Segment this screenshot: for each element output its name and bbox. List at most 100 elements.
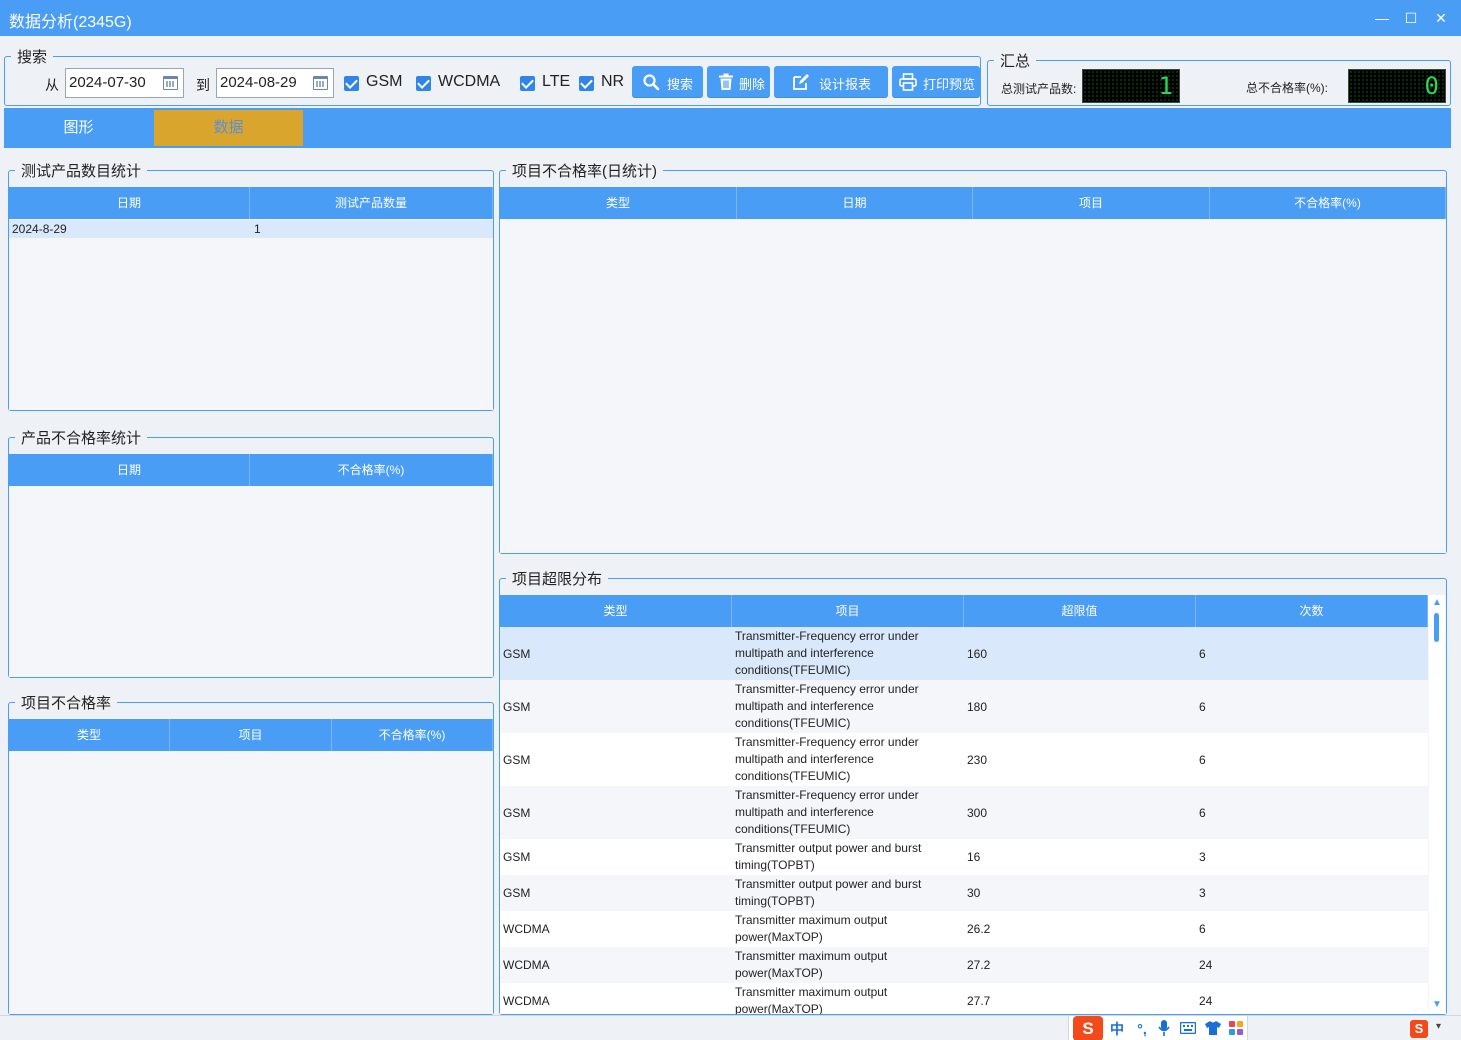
edit-icon [793, 74, 809, 90]
microphone-icon[interactable] [1158, 1020, 1170, 1036]
delete-button[interactable]: 删除 [707, 66, 770, 98]
minimize-button[interactable]: — [1369, 6, 1395, 30]
window-title: 数据分析(2345G) [9, 14, 132, 31]
tab-chart[interactable]: 图形 [4, 110, 153, 146]
checkbox-nr-label: NR [601, 73, 625, 90]
sogou-logo-icon[interactable]: S [1073, 1016, 1103, 1040]
vertical-scrollbar[interactable]: ▲ ▼ [1429, 595, 1445, 1014]
calendar-icon[interactable] [163, 76, 178, 90]
column-header[interactable]: 项目 [973, 187, 1210, 219]
column-header[interactable]: 不合格率(%) [332, 719, 493, 751]
to-date-picker[interactable]: 2024-08-29 [216, 68, 334, 98]
table-cell: 3 [1199, 850, 1206, 864]
checkbox-wcdma-label: WCDMA [438, 73, 501, 90]
table-cell: GSM [503, 752, 531, 767]
checkbox-checked-icon[interactable] [344, 76, 359, 91]
column-header[interactable]: 类型 [500, 595, 732, 627]
table-row[interactable]: GSM Transmitter output power and burst t… [500, 839, 1428, 875]
search-legend: 搜索 [17, 49, 48, 66]
table-cell: Transmitter-Frequency error under multip… [735, 682, 919, 730]
sogou-tray-icon[interactable]: S [1410, 1020, 1428, 1038]
scroll-thumb[interactable] [1434, 613, 1439, 642]
item-fail-rate-table[interactable]: 类型 项目 不合格率(%) [9, 719, 493, 1014]
print-preview-button[interactable]: 打印预览 [892, 66, 980, 98]
table-row[interactable]: GSM Transmitter-Frequency error under mu… [500, 786, 1428, 839]
table-row[interactable]: WCDMA Transmitter maximum output power(M… [500, 911, 1428, 947]
column-header[interactable]: 类型 [9, 719, 170, 751]
column-header[interactable]: 次数 [1196, 595, 1428, 627]
from-label: 从 [45, 77, 59, 93]
table-cell: WCDMA [503, 922, 550, 936]
table-row[interactable]: GSM Transmitter-Frequency error under mu… [500, 627, 1428, 680]
ime-toolbar[interactable]: S 中 °, [1068, 1016, 1248, 1040]
column-header[interactable]: 日期 [9, 187, 250, 219]
table-cell: 16 [967, 850, 981, 864]
chevron-down-icon[interactable]: ▾ [1436, 1021, 1441, 1032]
column-header[interactable]: 类型 [500, 187, 737, 219]
from-date-value: 2024-07-30 [69, 74, 146, 91]
column-header[interactable]: 不合格率(%) [250, 454, 493, 486]
printer-icon [899, 73, 917, 91]
product-fail-rate-table[interactable]: 日期 不合格率(%) [9, 454, 493, 677]
checkbox-checked-icon[interactable] [520, 76, 535, 91]
checkbox-lte-label: LTE [542, 73, 571, 90]
table-header: 类型 日期 项目 不合格率(%) [500, 187, 1446, 219]
shirt-icon[interactable] [1205, 1021, 1221, 1035]
checkbox-lte[interactable]: LTE [520, 72, 572, 94]
table-row[interactable]: GSM Transmitter-Frequency error under mu… [500, 733, 1428, 786]
item-overlimit-table[interactable]: 类型 项目 超限值 次数 GSM Transmitter-Frequency e… [500, 595, 1446, 1014]
total-fail-rate-display: 0 [1348, 69, 1446, 103]
close-button[interactable]: ✕ [1428, 6, 1454, 30]
table-row[interactable]: 2024-8-29 1 [9, 220, 493, 238]
status-bar: S 中 °, S ▾ [0, 1015, 1461, 1040]
tab-data[interactable]: 数据 [154, 110, 303, 146]
checkbox-nr[interactable]: NR [579, 72, 627, 94]
total-fail-rate-label: 总不合格率(%): [1246, 81, 1328, 95]
maximize-button[interactable]: ☐ [1398, 6, 1424, 30]
scroll-up-icon[interactable]: ▲ [1432, 598, 1442, 608]
search-button[interactable]: 搜索 [632, 66, 703, 98]
table-cell: 6 [1199, 922, 1206, 936]
checkbox-gsm-label: GSM [366, 73, 403, 90]
column-header[interactable]: 测试产品数量 [250, 187, 493, 219]
table-cell: GSM [503, 646, 531, 661]
summary-legend: 汇总 [1000, 53, 1031, 70]
table-cell: Transmitter-Frequency error under multip… [735, 735, 919, 783]
checkbox-checked-icon[interactable] [579, 76, 594, 91]
trash-icon [719, 73, 733, 90]
calendar-icon[interactable] [313, 76, 328, 90]
table-row[interactable]: GSM Transmitter-Frequency error under mu… [500, 680, 1428, 733]
checkbox-wcdma[interactable]: WCDMA [416, 72, 511, 94]
checkbox-gsm[interactable]: GSM [344, 72, 409, 94]
keyboard-icon[interactable] [1180, 1022, 1196, 1034]
column-header[interactable]: 不合格率(%) [1210, 187, 1446, 219]
checkbox-checked-icon[interactable] [416, 76, 431, 91]
column-header[interactable]: 项目 [732, 595, 964, 627]
column-header[interactable]: 日期 [9, 454, 250, 486]
table-cell: GSM [503, 699, 531, 714]
table-row[interactable]: WCDMA Transmitter maximum output power(M… [500, 983, 1428, 1014]
table-cell: 1 [254, 222, 261, 236]
table-cell: Transmitter output power and burst timin… [735, 877, 922, 908]
from-date-picker[interactable]: 2024-07-30 [65, 68, 184, 98]
table-cell: 24 [1199, 958, 1213, 972]
product-count-table[interactable]: 日期 测试产品数量 2024-8-29 1 [9, 187, 493, 410]
table-row[interactable]: WCDMA Transmitter maximum output power(M… [500, 947, 1428, 983]
ime-language-toggle[interactable]: 中 [1107, 1018, 1127, 1040]
table-cell: WCDMA [503, 994, 550, 1008]
product-fail-rate-legend: 产品不合格率统计 [21, 430, 142, 447]
item-fail-rate-daily-table[interactable]: 类型 日期 项目 不合格率(%) [500, 187, 1446, 553]
design-report-button[interactable]: 设计报表 [774, 66, 888, 98]
apps-icon[interactable] [1229, 1021, 1243, 1035]
table-cell: 160 [967, 646, 988, 661]
column-header[interactable]: 项目 [170, 719, 332, 751]
column-header[interactable]: 超限值 [964, 595, 1196, 627]
ime-punctuation-toggle[interactable]: °, [1131, 1018, 1153, 1040]
table-cell: 6 [1199, 646, 1206, 661]
table-cell: WCDMA [503, 958, 550, 972]
table-cell: 27.7 [967, 994, 991, 1008]
table-row[interactable]: GSM Transmitter output power and burst t… [500, 875, 1428, 911]
column-header[interactable]: 日期 [737, 187, 973, 219]
scroll-down-icon[interactable]: ▼ [1432, 1000, 1442, 1010]
table-cell: Transmitter maximum output power(MaxTOP) [735, 913, 888, 944]
